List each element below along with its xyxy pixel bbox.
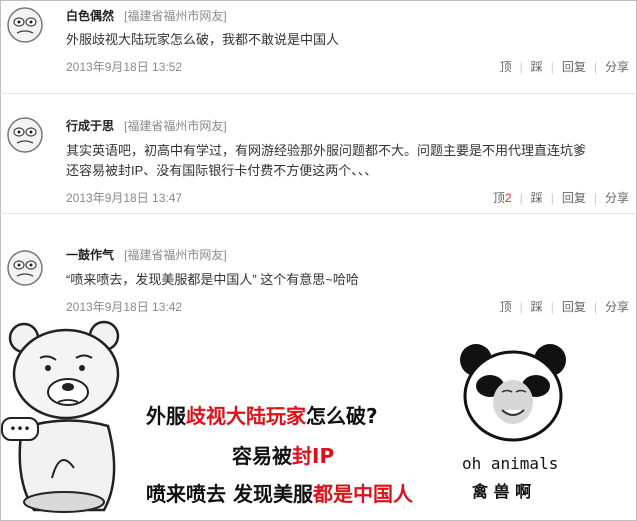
upvote-button[interactable]: 顶2 [493, 189, 512, 206]
share-button[interactable]: 分享 [605, 189, 629, 206]
comment-text: 外服歧视大陆玩家怎么破，我都不敢说是中国人 [66, 32, 340, 47]
comment-item: 白色偶然 [福建省福州市网友] 外服歧视大陆玩家怎么破，我都不敢说是中国人 20… [0, 0, 637, 90]
caption-highlight: 歧视大陆玩家 [186, 404, 306, 428]
comment-username[interactable]: 白色偶然 [66, 7, 114, 24]
comment-text: “喷来喷去，发现美服都是中国人” 这个有意思~哈哈 [66, 272, 359, 287]
comment-username[interactable]: 一鼓作气 [66, 246, 114, 263]
upvote-button[interactable]: 顶 [500, 58, 512, 75]
meme-caption-line3: 喷来喷去 发现美服都是中国人 [146, 478, 413, 507]
share-button[interactable]: 分享 [605, 58, 629, 75]
reply-button[interactable]: 回复 [562, 189, 586, 206]
caption-text: 外服 [146, 404, 186, 428]
meme-caption-line1: 外服歧视大陆玩家怎么破? [146, 400, 378, 429]
comment-actions: 顶 | 踩 | 回复 | 分享 [499, 298, 629, 315]
rage-face-avatar-icon[interactable] [6, 6, 44, 44]
comment-location: [福建省福州市网友] [124, 9, 227, 23]
rage-face-avatar-icon[interactable] [6, 116, 44, 154]
caption-highlight: 封IP [292, 444, 335, 468]
upvote-label: 顶 [492, 191, 505, 205]
reply-button[interactable]: 回复 [562, 298, 586, 315]
comment-item: 行成于思 [福建省福州市网友] 其实英语吧，初高中有学过，有网游经验那外服问题都… [0, 96, 637, 216]
comment-time: 2013年9月18日 13:52 [66, 60, 183, 74]
bear-meme-icon: ••• [1, 320, 120, 513]
caption-highlight: 都是中国人 [312, 482, 413, 506]
comment-text-line: 其实英语吧，初高中有学过，有网游经验那外服问题都不大。问题主要是不用代理直连坑爹 [66, 143, 587, 158]
meme-image: ••• 外服歧视大陆玩家怎么破? 容易被封IP 喷来喷去 发现美服都是中国人 o… [0, 318, 637, 521]
panda-meme-icon [460, 344, 566, 442]
comment-username[interactable]: 行成于思 [66, 117, 114, 134]
comment-text-line: 还容易被封IP、没有国际银行卡付费不方便这两个、、、 [66, 163, 378, 178]
downvote-button[interactable]: 踩 [531, 298, 543, 315]
meme-caption-line2: 容易被封IP [232, 440, 334, 469]
comment-actions: 顶2 | 踩 | 回复 | 分享 [492, 189, 629, 206]
comment-divider [0, 93, 637, 94]
panda-caption: oh animals [462, 454, 559, 473]
caption-text: 容易被 [232, 444, 292, 468]
caption-text: 怎么破? [306, 404, 378, 428]
rage-face-avatar-icon[interactable] [6, 249, 44, 287]
downvote-button[interactable]: 踩 [531, 58, 543, 75]
comment-location: [福建省福州市网友] [124, 248, 227, 262]
comment-text: 其实英语吧，初高中有学过，有网游经验那外服问题都不大。问题主要是不用代理直连坑爹… [66, 141, 632, 181]
comment-time: 2013年9月18日 13:42 [66, 300, 183, 314]
caption-text: 喷来喷去 发现美服 [146, 482, 313, 506]
comment-time: 2013年9月18日 13:47 [66, 191, 183, 205]
upvote-count: 2 [504, 191, 512, 205]
comment-location: [福建省福州市网友] [124, 119, 227, 133]
upvote-button[interactable]: 顶 [500, 298, 512, 315]
reply-button[interactable]: 回复 [562, 58, 586, 75]
bear-speech-bubble: ••• [9, 422, 30, 436]
share-button[interactable]: 分享 [605, 298, 629, 315]
downvote-button[interactable]: 踩 [531, 189, 543, 206]
comment-item: 一鼓作气 [福建省福州市网友] “喷来喷去，发现美服都是中国人” 这个有意思~哈… [0, 216, 637, 316]
panda-caption-cn: 禽 兽 啊 [472, 482, 532, 501]
comment-divider [0, 213, 637, 214]
comment-actions: 顶 | 踩 | 回复 | 分享 [499, 58, 629, 75]
